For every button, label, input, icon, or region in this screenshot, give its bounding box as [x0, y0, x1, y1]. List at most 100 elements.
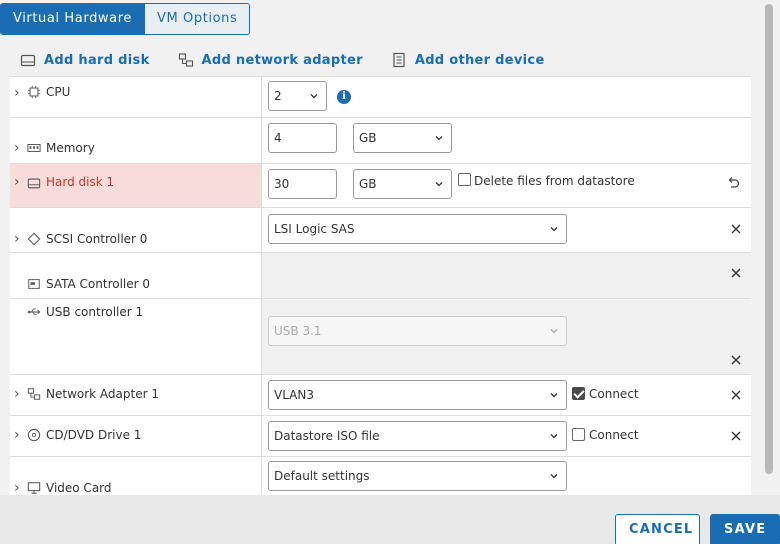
- virtual-hardware-panel: Add hard disk Add network adapter Add ot…: [0, 35, 762, 495]
- chevron-right-icon[interactable]: ›: [14, 232, 24, 246]
- tab-virtual-hardware[interactable]: Virtual Hardware: [1, 4, 144, 34]
- remove-icon[interactable]: [731, 431, 741, 441]
- sata-value-cell: [261, 253, 751, 298]
- network-adapter-icon: [27, 388, 41, 400]
- memory-icon: [27, 144, 41, 152]
- hard-disk-label-cell: › Hard disk 1: [10, 164, 261, 207]
- scsi-label-cell: › SCSI Controller 0: [10, 208, 261, 252]
- video-card-row: › Video Card Default settings: [10, 457, 751, 495]
- chevron-right-icon[interactable]: ›: [14, 175, 24, 189]
- chevron-down-icon: [310, 94, 318, 99]
- remove-icon[interactable]: [731, 224, 741, 234]
- network-name: Network Adapter 1: [46, 387, 159, 401]
- cdrom-source-value: Datastore ISO file: [274, 429, 380, 443]
- hard-disk-icon: [20, 54, 36, 67]
- scsi-type-select[interactable]: LSI Logic SAS: [268, 214, 567, 244]
- cdrom-value-cell: Datastore ISO file Connect: [261, 416, 751, 456]
- scsi-type-value: LSI Logic SAS: [274, 222, 355, 236]
- network-connect-label: Connect: [589, 387, 639, 401]
- sata-label-cell: SATA Controller 0: [10, 253, 261, 298]
- chevron-right-icon[interactable]: ›: [14, 387, 24, 401]
- hardware-list: › CPU 2 i › Memory 4 GB › Hard disk 1 30…: [10, 76, 751, 495]
- chevron-down-icon: [550, 434, 558, 439]
- video-name: Video Card: [46, 481, 112, 495]
- revert-icon[interactable]: [726, 176, 740, 190]
- add-other-device-button[interactable]: Add other device: [391, 50, 545, 70]
- sata-controller-icon: [28, 279, 40, 289]
- add-hard-disk-label: Add hard disk: [44, 52, 150, 68]
- tab-vm-options[interactable]: VM Options: [143, 4, 250, 34]
- add-network-adapter-button[interactable]: Add network adapter: [178, 50, 363, 70]
- usb-icon: [27, 308, 41, 316]
- chevron-down-icon: [550, 393, 558, 398]
- add-other-device-label: Add other device: [414, 52, 545, 68]
- cpu-label-cell: › CPU: [10, 77, 261, 117]
- network-adapter-icon: [178, 53, 193, 67]
- hard-disk-row: › Hard disk 1 30 GB Delete files from da…: [10, 164, 751, 208]
- cdrom-source-select[interactable]: Datastore ISO file: [268, 421, 567, 451]
- delete-files-label: Delete files from datastore: [474, 174, 635, 188]
- hard-disk-unit-select[interactable]: GB: [353, 169, 452, 199]
- usb-type-value: USB 3.1: [274, 324, 322, 338]
- info-icon[interactable]: i: [337, 90, 351, 104]
- chevron-right-icon[interactable]: ›: [14, 141, 24, 155]
- save-button[interactable]: SAVE: [710, 514, 780, 544]
- chevron-down-icon: [550, 474, 558, 479]
- network-connect-checkbox[interactable]: [572, 387, 585, 400]
- cpu-name: CPU: [46, 85, 71, 99]
- add-hard-disk-button[interactable]: Add hard disk: [20, 50, 150, 70]
- cpu-value-cell: 2 i: [261, 77, 751, 117]
- hard-disk-icon: [27, 178, 41, 189]
- hard-disk-value-cell: 30 GB Delete files from datastore: [261, 164, 751, 207]
- add-device-toolbar: Add hard disk Add network adapter Add ot…: [20, 50, 545, 70]
- memory-unit-select[interactable]: GB: [353, 123, 452, 153]
- scsi-value-cell: LSI Logic SAS: [261, 208, 751, 252]
- network-select[interactable]: VLAN3: [268, 380, 567, 410]
- video-settings-value: Default settings: [274, 469, 370, 483]
- video-settings-select[interactable]: Default settings: [268, 461, 567, 491]
- network-value-cell: VLAN3 Connect: [261, 375, 751, 415]
- usb-value-cell: USB 3.1: [261, 299, 751, 374]
- chevron-right-icon[interactable]: ›: [14, 481, 24, 495]
- video-card-icon: [27, 482, 41, 494]
- remove-icon[interactable]: [731, 355, 741, 365]
- chevron-right-icon[interactable]: ›: [14, 86, 24, 100]
- cpu-count-select[interactable]: 2: [268, 81, 327, 111]
- memory-label-cell: › Memory: [10, 118, 261, 163]
- memory-name: Memory: [46, 141, 95, 155]
- memory-size-input[interactable]: 4: [268, 123, 337, 153]
- cdrom-connect-checkbox[interactable]: [572, 428, 585, 441]
- usb-label-cell: USB controller 1: [10, 299, 261, 374]
- network-adapter-row: › Network Adapter 1 VLAN3 Connect: [10, 375, 751, 416]
- cancel-button[interactable]: CANCEL: [615, 514, 700, 544]
- hard-disk-unit-value: GB: [359, 177, 377, 191]
- cpu-icon: [27, 85, 41, 99]
- network-label-cell: › Network Adapter 1: [10, 375, 261, 415]
- tab-bar: Virtual Hardware VM Options: [0, 3, 251, 35]
- cpu-row: › CPU 2 i: [10, 77, 751, 118]
- scsi-name: SCSI Controller 0: [46, 232, 148, 246]
- cdrom-name: CD/DVD Drive 1: [46, 428, 142, 442]
- memory-unit-value: GB: [359, 131, 377, 145]
- add-network-adapter-label: Add network adapter: [201, 52, 363, 68]
- cdrom-label-cell: › CD/DVD Drive 1: [10, 416, 261, 456]
- vertical-scrollbar[interactable]: [764, 0, 774, 495]
- chevron-right-icon[interactable]: ›: [14, 428, 24, 442]
- dialog-footer: CANCEL SAVE: [0, 495, 780, 544]
- delete-files-checkbox[interactable]: [458, 173, 471, 186]
- scrollbar-thumb[interactable]: [765, 4, 773, 474]
- remove-icon[interactable]: [731, 268, 741, 278]
- cd-dvd-icon: [27, 428, 41, 442]
- memory-value-cell: 4 GB: [261, 118, 751, 163]
- network-value: VLAN3: [274, 388, 314, 402]
- video-value-cell: Default settings: [261, 457, 751, 495]
- usb-controller-row: USB controller 1 USB 3.1: [10, 299, 751, 375]
- memory-row: › Memory 4 GB: [10, 118, 751, 164]
- remove-icon[interactable]: [731, 390, 741, 400]
- cdrom-connect-label: Connect: [589, 428, 639, 442]
- chevron-down-icon: [435, 182, 443, 187]
- chevron-down-icon: [550, 227, 558, 232]
- hard-disk-size-input[interactable]: 30: [268, 169, 337, 199]
- cd-dvd-row: › CD/DVD Drive 1 Datastore ISO file Conn…: [10, 416, 751, 457]
- scsi-controller-icon: [27, 232, 41, 246]
